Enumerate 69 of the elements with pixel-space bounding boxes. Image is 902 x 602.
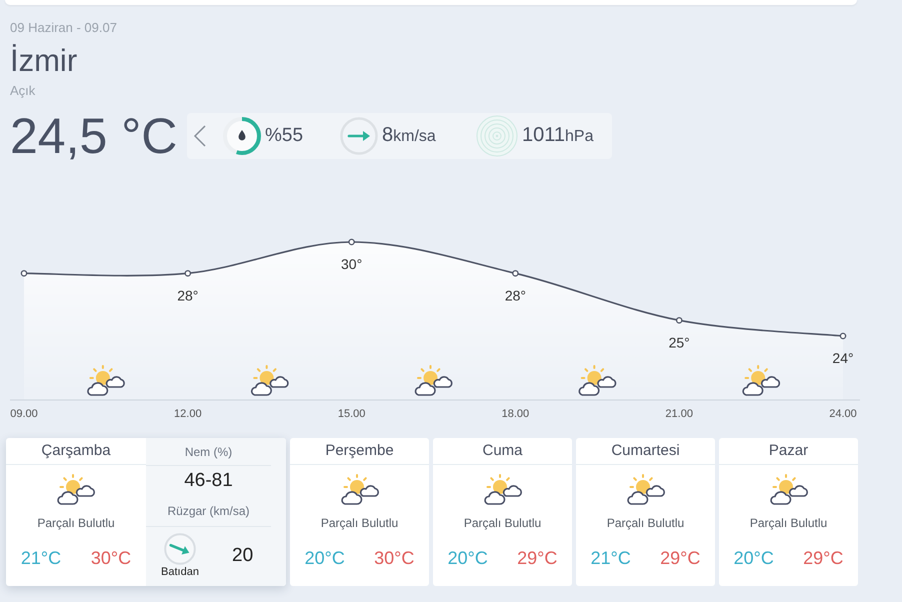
partly-cloudy-icon [578, 365, 616, 396]
data-point [348, 238, 355, 246]
high-temperature: 29°C [803, 547, 844, 569]
partly-cloudy-icon [624, 474, 666, 506]
low-temperature: 21°C [590, 547, 631, 569]
partly-cloudy-icon [87, 365, 125, 396]
partly-cloudy-icon [482, 474, 524, 506]
current-temperature: 24,5 °C [10, 108, 178, 164]
chevron-left-icon[interactable] [193, 125, 207, 147]
low-temperature: 20°C [448, 547, 488, 569]
x-axis-label: 24.00 [829, 408, 857, 420]
x-axis-label: 21.00 [665, 408, 693, 420]
data-point [676, 317, 682, 324]
day-name: Pazar [768, 441, 808, 461]
low-temperature: 20°C [304, 547, 345, 569]
date-text: 09 Haziran - 09.07 [10, 19, 117, 37]
data-label: 30° [341, 256, 362, 272]
day-card[interactable]: Cumartesi Parçalı Bulutlu 21°C 29°C [576, 438, 715, 586]
data-point [20, 270, 28, 277]
condition-text: Parçalı Bulutlu [464, 515, 542, 531]
condition-text: Parçalı Bulutlu [37, 515, 115, 531]
high-temperature: 30°C [90, 547, 132, 569]
condition-text: Açık [10, 83, 36, 99]
data-point [840, 332, 846, 340]
high-temperature: 29°C [660, 547, 700, 569]
x-axis-label: 18.00 [502, 408, 530, 420]
drop-icon [238, 130, 246, 140]
day-name: Perşembe [325, 441, 394, 461]
data-label: 24° [832, 350, 854, 366]
day-card[interactable]: Pazar Parçalı Bulutlu 20°C 29°C [719, 438, 858, 586]
data-point [184, 270, 192, 277]
data-label: 28° [177, 287, 198, 304]
humidity-range: 46-81 [184, 469, 233, 493]
wind-speed-unit: km/sa [393, 127, 436, 147]
condition-text: Parçalı Bulutlu [750, 515, 828, 531]
high-temperature: 30°C [374, 547, 414, 569]
wind-speed-value: 8 [382, 123, 394, 147]
condition-text: Parçalı Bulutlu [606, 515, 684, 531]
humidity-value: %55 [265, 124, 304, 148]
partly-cloudy-icon [55, 474, 97, 506]
partly-cloudy-icon [250, 365, 289, 396]
day-name: Cuma [482, 441, 522, 461]
x-axis-label: 15.00 [338, 408, 366, 420]
pressure-value: 1011 [522, 123, 566, 147]
day-name: Çarşamba [41, 441, 111, 461]
wind-direction-icon [164, 533, 196, 565]
wind-label: Rüzgar (km/sa) [167, 503, 250, 520]
day-card[interactable]: Çarşamba Parçalı Bulutlu 21°C 30°C Nem (%) 46-81 Rüzgar (km/sa) Batıdan 20 [6, 438, 286, 586]
day-name: Cumartesi [611, 441, 680, 461]
data-label: 25° [668, 334, 690, 350]
data-point [512, 270, 519, 277]
condition-text: Parçalı Bulutlu [320, 515, 398, 531]
x-axis-label: 12.00 [174, 408, 202, 420]
high-temperature: 29°C [517, 547, 558, 569]
low-temperature: 20°C [734, 547, 774, 569]
wind-speed: 20 [232, 544, 254, 568]
pressure-unit: hPa [565, 127, 594, 147]
data-label: 28° [504, 287, 526, 304]
partly-cloudy-icon [338, 474, 380, 506]
day-card[interactable]: Perşembe Parçalı Bulutlu 20°C 30°C [290, 438, 429, 586]
humidity-label: Nem (%) [184, 444, 232, 460]
partly-cloudy-icon [768, 474, 810, 506]
low-temperature: 21°C [20, 547, 62, 569]
partly-cloudy-icon [742, 365, 780, 396]
city-name: İzmir [10, 43, 78, 79]
wind-direction-text: Batıdan [161, 566, 199, 579]
partly-cloudy-icon [414, 365, 452, 396]
day-card[interactable]: Cuma Parçalı Bulutlu 20°C 29°C [433, 438, 572, 586]
x-axis-label: 09.00 [10, 408, 38, 420]
